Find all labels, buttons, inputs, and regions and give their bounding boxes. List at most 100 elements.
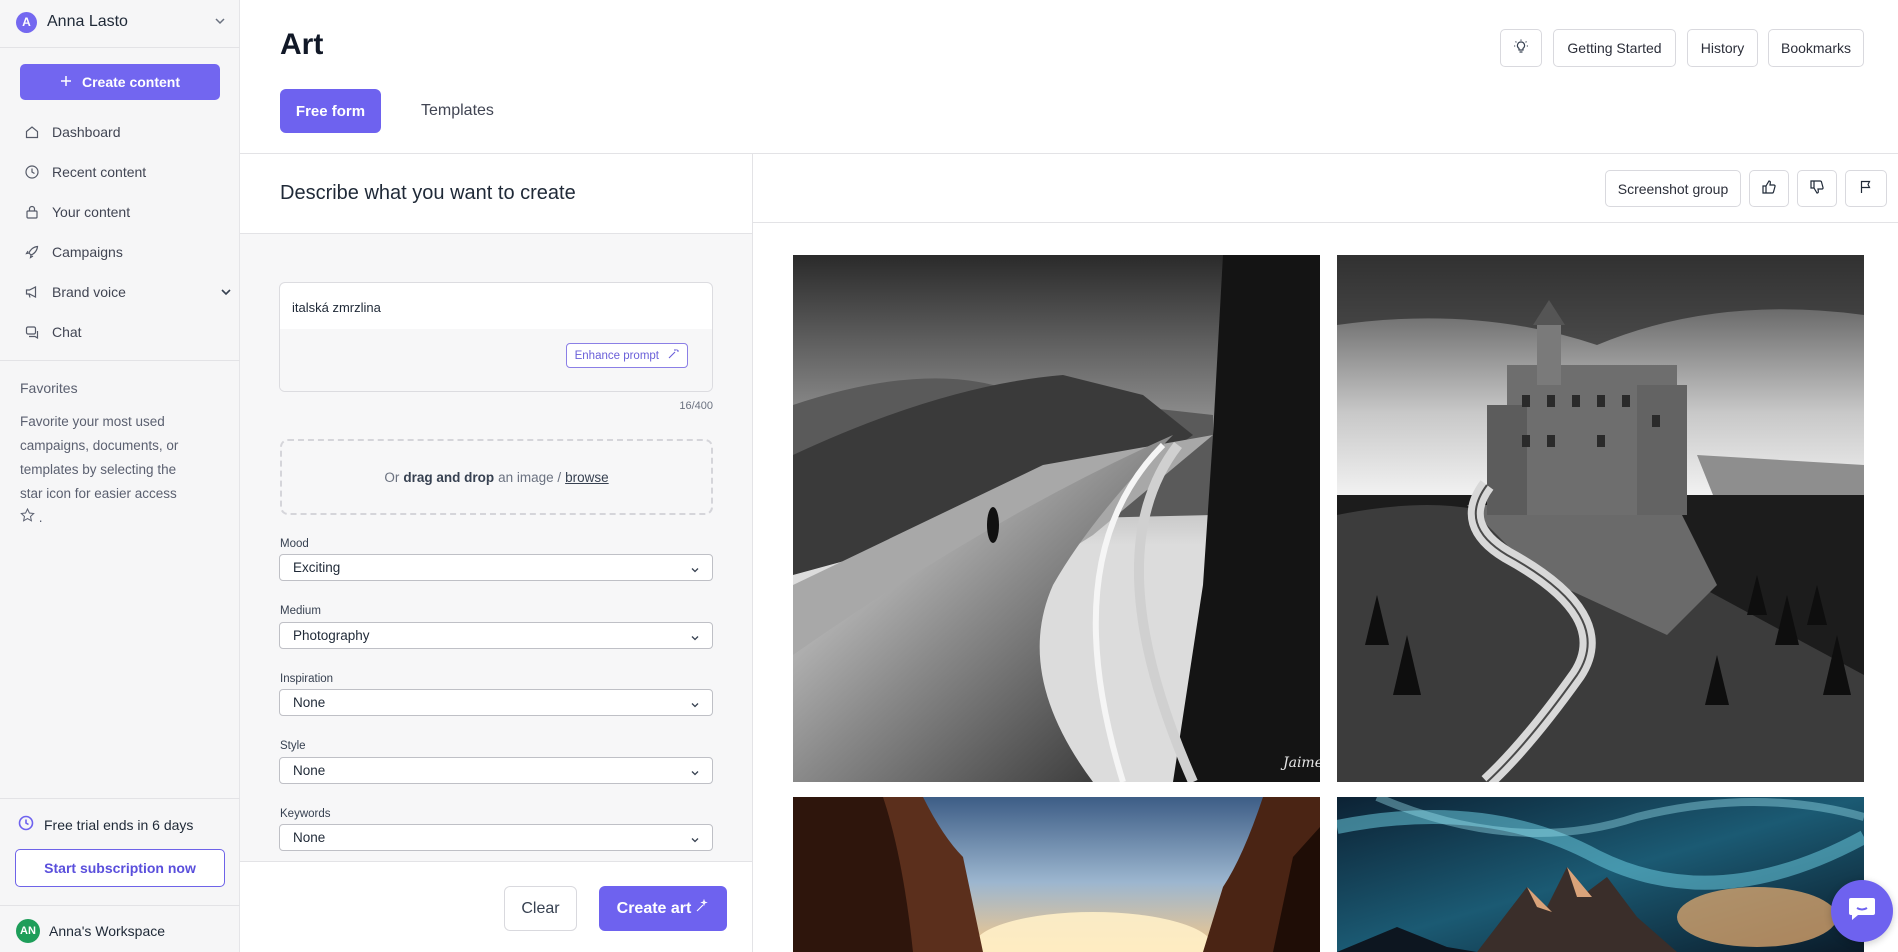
- chevron-down-icon: [690, 833, 700, 848]
- mountain-road-image: Jaime: [793, 255, 1320, 782]
- image-drop-zone[interactable]: Or drag and drop an image / browse: [280, 439, 713, 515]
- chevron-down-icon: [690, 766, 700, 781]
- screenshot-group-button[interactable]: Screenshot group: [1605, 170, 1741, 207]
- form-footer: Clear Create art: [240, 861, 752, 952]
- bookmarks-button[interactable]: Bookmarks: [1768, 29, 1864, 67]
- thumbs-down-icon: [1809, 179, 1825, 198]
- create-art-button[interactable]: Create art: [599, 886, 727, 931]
- trial-notice: Free trial ends in 6 days: [18, 815, 193, 834]
- sidebar-item-your-content[interactable]: Your content: [24, 200, 224, 224]
- start-subscription-button[interactable]: Start subscription now: [15, 849, 225, 887]
- generated-image[interactable]: [1337, 797, 1864, 952]
- trial-text: Free trial ends in 6 days: [44, 816, 194, 833]
- character-count: 16/400: [679, 400, 713, 412]
- lock-icon: [24, 204, 40, 220]
- sidebar-item-chat[interactable]: Chat: [24, 320, 224, 344]
- mood-select[interactable]: Exciting: [279, 554, 713, 581]
- create-art-label: Create art: [616, 899, 692, 917]
- flag-icon: [1859, 180, 1873, 197]
- clock-icon: [24, 164, 40, 180]
- workspace-name: Anna's Workspace: [49, 923, 166, 939]
- chevron-down-icon: [690, 631, 700, 646]
- sidebar-item-label: Chat: [52, 324, 82, 340]
- sidebar-item-label: Recent content: [52, 164, 147, 180]
- prompt-input[interactable]: italská zmrzlina Enhance prompt: [279, 282, 713, 392]
- magic-wand-icon: [667, 348, 679, 363]
- keywords-label: Keywords: [280, 808, 331, 820]
- megaphone-icon: [24, 284, 40, 300]
- tab-free-form[interactable]: Free form: [280, 89, 381, 133]
- enhance-prompt-button[interactable]: Enhance prompt: [565, 343, 688, 368]
- art-form-panel: Describe what you want to create italská…: [240, 154, 753, 952]
- home-icon: [24, 124, 40, 140]
- tab-templates[interactable]: Templates: [404, 89, 511, 133]
- sidebar-item-recent-content[interactable]: Recent content: [24, 160, 224, 184]
- sidebar-item-campaigns[interactable]: Campaigns: [24, 240, 224, 264]
- chevron-down-icon: [690, 563, 700, 578]
- results-panel: Screenshot group Jaime: [753, 154, 1898, 952]
- generated-image[interactable]: [1337, 255, 1864, 782]
- thumbs-up-icon: [1761, 179, 1777, 198]
- plus-icon: [60, 74, 72, 90]
- sidebar: A Anna Lasto Create content Dashboard Re…: [0, 0, 240, 952]
- chat-widget-button[interactable]: [1831, 880, 1893, 942]
- workspace-switcher[interactable]: AN Anna's Workspace: [16, 919, 165, 943]
- drop-bold: drag and drop: [403, 469, 495, 485]
- chevron-down-icon: [214, 14, 226, 32]
- inspiration-label: Inspiration: [280, 673, 334, 685]
- browse-link[interactable]: browse: [565, 470, 609, 485]
- generated-image[interactable]: [793, 797, 1320, 952]
- medium-select[interactable]: Photography: [279, 622, 713, 649]
- sidebar-item-label: Campaigns: [52, 244, 123, 260]
- medium-label: Medium: [280, 605, 321, 617]
- results-toolbar: Screenshot group: [753, 154, 1898, 223]
- user-avatar: A: [16, 11, 37, 33]
- workspace-avatar: AN: [16, 919, 40, 943]
- style-select[interactable]: None: [279, 757, 713, 784]
- star-icon: [20, 507, 39, 525]
- chevron-down-icon: [690, 698, 700, 713]
- divider: [0, 47, 240, 48]
- keywords-value: None: [293, 830, 326, 845]
- aurora-mountains-image: [1337, 797, 1864, 952]
- style-value: None: [293, 763, 326, 778]
- enhance-prompt-label: Enhance prompt: [574, 349, 659, 362]
- medium-value: Photography: [293, 628, 370, 643]
- tips-button[interactable]: [1500, 29, 1542, 67]
- drop-prefix: Or: [384, 469, 400, 485]
- chat-icon: [24, 324, 40, 340]
- mood-value: Exciting: [293, 560, 341, 575]
- prompt-value: italská zmrzlina: [292, 300, 381, 315]
- create-content-label: Create content: [81, 74, 181, 90]
- flag-button[interactable]: [1845, 170, 1887, 207]
- generated-image[interactable]: Jaime: [793, 255, 1320, 782]
- inspiration-select[interactable]: None: [279, 689, 713, 716]
- form-title: Describe what you want to create: [280, 182, 576, 204]
- mood-label: Mood: [280, 538, 309, 550]
- getting-started-button[interactable]: Getting Started: [1553, 29, 1676, 67]
- divider: [0, 360, 240, 361]
- keywords-select[interactable]: None: [279, 824, 713, 851]
- user-menu[interactable]: A Anna Lasto: [16, 10, 226, 34]
- sidebar-item-label: Brand voice: [52, 284, 126, 300]
- lightbulb-icon: [1513, 39, 1529, 58]
- history-button[interactable]: History: [1687, 29, 1758, 67]
- thumbs-up-button[interactable]: [1749, 170, 1789, 207]
- create-content-button[interactable]: Create content: [20, 64, 220, 100]
- prompt-footer: Enhance prompt: [280, 329, 712, 391]
- clear-button[interactable]: Clear: [504, 886, 577, 931]
- canyon-sunset-image: [793, 797, 1320, 952]
- divider: [0, 798, 240, 799]
- style-label: Style: [280, 740, 306, 752]
- sidebar-item-brand-voice[interactable]: Brand voice: [24, 280, 231, 304]
- favorites-title: Favorites: [20, 380, 78, 396]
- rocket-icon: [24, 244, 40, 260]
- sparkle-icon: [695, 898, 709, 918]
- thumbs-down-button[interactable]: [1797, 170, 1837, 207]
- sidebar-item-label: Your content: [52, 204, 131, 220]
- divider: [0, 905, 240, 906]
- image-signature: Jaime: [1280, 755, 1320, 771]
- chat-bubble-icon: [1847, 896, 1877, 927]
- castle-road-image: [1337, 255, 1864, 782]
- sidebar-item-dashboard[interactable]: Dashboard: [24, 120, 224, 144]
